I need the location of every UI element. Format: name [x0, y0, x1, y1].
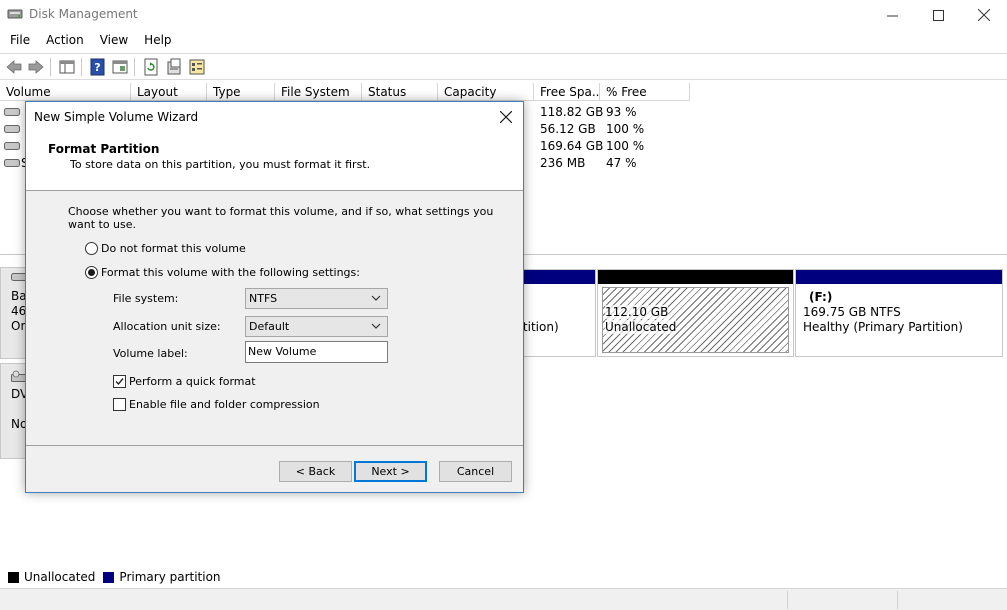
column-header-type[interactable]: Type	[207, 83, 275, 101]
close-icon	[500, 111, 512, 123]
menu-help[interactable]: Help	[136, 30, 179, 52]
file-system-value: NTFS	[249, 292, 278, 305]
forward-arrow-icon[interactable]	[27, 58, 45, 76]
maximize-button[interactable]	[915, 0, 961, 30]
column-header-percent-free[interactable]: % Free	[600, 83, 690, 101]
do-not-format-label[interactable]: Do not format this volume	[101, 242, 246, 255]
compression-checkbox[interactable]	[113, 398, 126, 411]
chevron-down-icon	[371, 323, 381, 329]
dialog-body: Choose whether you want to format this v…	[26, 192, 523, 445]
toolbar-separator	[81, 58, 82, 76]
dialog-subheading: To store data on this partition, you mus…	[70, 158, 371, 171]
minimize-button[interactable]	[869, 0, 915, 30]
status-separator	[787, 591, 788, 609]
status-bar	[0, 588, 1007, 610]
primary-partition-bar	[796, 270, 1002, 284]
legend-swatch-unallocated	[8, 571, 19, 583]
dialog-heading: Format Partition	[48, 142, 160, 156]
title-bar: Disk Management	[0, 0, 1007, 30]
chevron-down-icon	[371, 295, 381, 301]
console-tree-icon[interactable]	[58, 58, 76, 76]
legend-primary-partition: Primary partition	[119, 570, 221, 584]
volume-icon	[4, 159, 20, 167]
free-space-cell: 169.64 GB	[540, 139, 604, 153]
unallocated-label: Unallocated	[605, 320, 677, 334]
disk-management-icon	[7, 9, 23, 19]
help-icon[interactable]: ?	[89, 58, 107, 76]
maximize-icon	[932, 9, 944, 21]
legend-unallocated: Unallocated	[24, 570, 96, 584]
volume-icon	[4, 142, 20, 150]
free-space-cell: 118.82 GB	[540, 105, 604, 119]
format-volume-label[interactable]: Format this volume with the following se…	[101, 266, 360, 279]
free-space-cell: 236 MB	[540, 156, 586, 170]
quick-format-checkbox[interactable]	[113, 375, 126, 388]
legend: Unallocated Primary partition	[0, 567, 1007, 587]
toolbar: ?	[0, 53, 1007, 80]
settings-icon[interactable]	[188, 58, 206, 76]
cancel-button[interactable]: Cancel	[439, 461, 512, 482]
status-separator	[897, 591, 898, 609]
back-arrow-icon[interactable]	[5, 58, 23, 76]
toolbar-separator	[134, 58, 135, 76]
column-header-free-space[interactable]: Free Spa...	[534, 83, 600, 101]
f-drive-status: Healthy (Primary Partition)	[803, 320, 963, 334]
new-simple-volume-wizard: New Simple Volume Wizard Format Partitio…	[25, 101, 524, 493]
percent-free-cell: 93 %	[606, 105, 637, 119]
column-header-layout[interactable]: Layout	[131, 83, 207, 101]
volume-label-input[interactable]: New Volume	[245, 341, 388, 363]
toolbar-separator	[50, 58, 51, 76]
unallocated-partition[interactable]: 112.10 GB Unallocated	[597, 269, 794, 357]
format-instruction: Choose whether you want to format this v…	[68, 205, 494, 231]
window-title: Disk Management	[29, 7, 138, 21]
checkmark-icon	[115, 378, 124, 386]
dialog-title-bar: New Simple Volume Wizard	[26, 102, 523, 132]
menu-action[interactable]: Action	[38, 30, 92, 52]
percent-free-cell: 100 %	[606, 122, 645, 136]
percent-free-cell: 100 %	[606, 139, 645, 153]
minimize-icon	[886, 15, 898, 16]
next-button[interactable]: Next >	[354, 461, 427, 482]
dialog-close-button[interactable]	[495, 106, 517, 128]
legend-swatch-primary	[103, 571, 115, 583]
menu-file[interactable]: File	[2, 30, 38, 52]
unallocated-size: 112.10 GB	[605, 305, 669, 319]
quick-format-label[interactable]: Perform a quick format	[129, 375, 256, 388]
percent-free-cell: 47 %	[606, 156, 637, 170]
file-system-select[interactable]: NTFS	[245, 288, 388, 309]
do-not-format-radio[interactable]	[85, 242, 98, 255]
svg-text:?: ?	[94, 61, 100, 74]
volume-label-label: Volume label:	[113, 347, 188, 360]
f-drive-size: 169.75 GB NTFS	[803, 305, 901, 319]
volume-icon	[4, 125, 20, 133]
allocation-unit-select[interactable]: Default	[245, 316, 388, 337]
menu-bar: File Action View Help	[0, 30, 1007, 52]
format-volume-radio[interactable]	[85, 266, 98, 279]
disk-0-status: Or	[11, 319, 26, 333]
compression-label[interactable]: Enable file and folder compression	[129, 398, 320, 411]
free-space-cell: 56.12 GB	[540, 122, 596, 136]
partition-f-drive[interactable]: (F:) 169.75 GB NTFS Healthy (Primary Par…	[795, 269, 1003, 357]
f-drive-name: (F:)	[809, 290, 833, 304]
column-header-capacity[interactable]: Capacity	[438, 83, 534, 101]
back-button[interactable]: < Back	[279, 461, 352, 482]
show-hide-pane-icon[interactable]	[111, 58, 129, 76]
close-icon	[978, 9, 990, 21]
column-header-file-system[interactable]: File System	[275, 83, 362, 101]
close-button[interactable]	[961, 0, 1007, 30]
column-header-volume[interactable]: Volume	[0, 83, 131, 101]
dialog-title: New Simple Volume Wizard	[34, 110, 199, 124]
refresh-icon[interactable]	[142, 58, 160, 76]
menu-view[interactable]: View	[92, 30, 136, 52]
volume-icon	[4, 108, 20, 116]
dialog-footer: < Back Next > Cancel	[26, 445, 523, 493]
file-system-label: File system:	[113, 292, 179, 305]
allocation-unit-value: Default	[249, 320, 290, 333]
allocation-unit-label: Allocation unit size:	[113, 320, 221, 333]
dialog-header: Format Partition To store data on this p…	[26, 132, 523, 191]
partition-status: rtition)	[518, 320, 559, 334]
properties-icon[interactable]	[165, 58, 183, 76]
column-header-status[interactable]: Status	[362, 83, 438, 101]
unallocated-bar	[598, 270, 793, 284]
